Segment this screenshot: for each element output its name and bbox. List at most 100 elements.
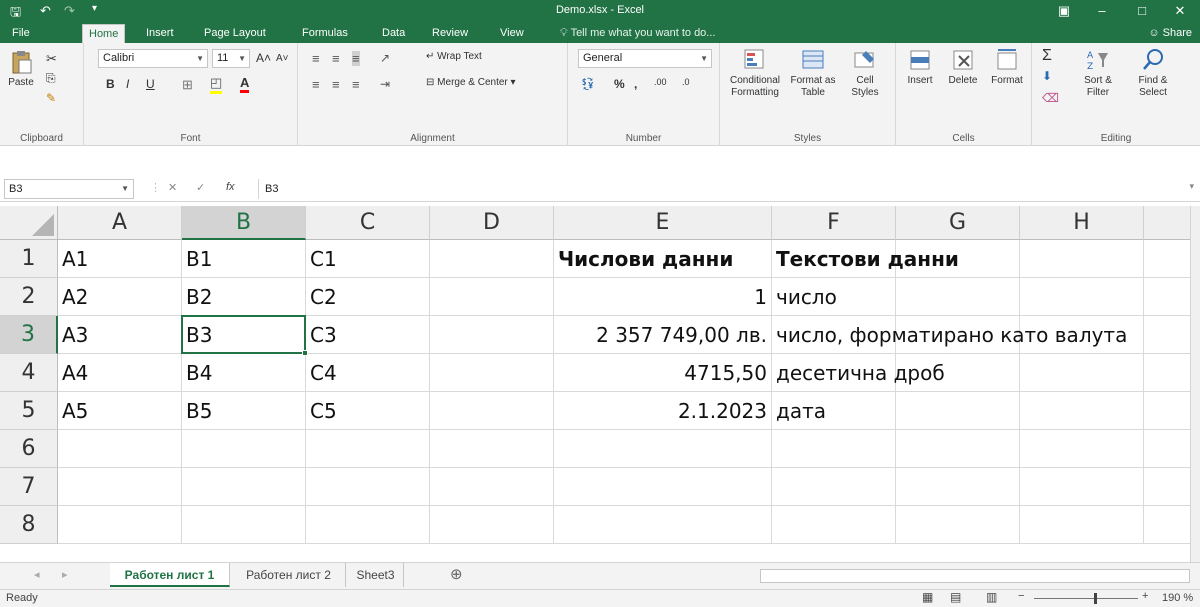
- cell-f5[interactable]: дата: [772, 392, 896, 430]
- row-header-2[interactable]: 2: [0, 278, 58, 316]
- ribbon-display-icon[interactable]: ▣: [1046, 0, 1082, 22]
- share-button[interactable]: ☺ Share: [1148, 24, 1192, 43]
- bold-button[interactable]: B: [106, 77, 115, 91]
- cell-e8[interactable]: [554, 506, 772, 544]
- row-header-3[interactable]: 3: [0, 316, 58, 354]
- cell-e6[interactable]: [554, 430, 772, 468]
- row-header-8[interactable]: 8: [0, 506, 58, 544]
- scroll-left-icon[interactable]: ◂: [34, 568, 40, 581]
- cell-f3[interactable]: число, форматирано като валута: [772, 316, 1127, 354]
- autosum-icon[interactable]: Σ: [1042, 47, 1052, 65]
- zoom-in-icon[interactable]: +: [1142, 590, 1148, 602]
- cell-b1[interactable]: B1: [182, 240, 306, 278]
- column-header-a[interactable]: A: [58, 206, 182, 240]
- cell-c7[interactable]: [306, 468, 430, 506]
- cancel-icon[interactable]: ✕: [168, 181, 177, 194]
- paste-button[interactable]: Paste: [6, 49, 36, 89]
- sort-filter-button[interactable]: AZ Sort & Filter: [1072, 47, 1124, 99]
- wrap-text-button[interactable]: ↵ Wrap Text: [426, 51, 482, 62]
- tab-review[interactable]: Review: [426, 24, 474, 43]
- borders-icon[interactable]: ⊞: [182, 77, 193, 93]
- cell-g7[interactable]: [896, 468, 1020, 506]
- cell-e7[interactable]: [554, 468, 772, 506]
- tab-file[interactable]: File: [6, 24, 36, 43]
- cell-g2[interactable]: [896, 278, 1020, 316]
- sheet-tab-3[interactable]: Sheet3: [348, 563, 404, 587]
- tab-insert[interactable]: Insert: [140, 24, 180, 43]
- format-painter-icon[interactable]: ✎: [46, 91, 56, 105]
- tell-me-box[interactable]: 💡︎ Tell me what you want to do...: [560, 24, 715, 43]
- cell-e2[interactable]: 1: [554, 278, 772, 316]
- cell-a5[interactable]: A5: [58, 392, 182, 430]
- enter-icon[interactable]: ✓: [196, 181, 205, 194]
- cell-f1[interactable]: Текстови данни: [772, 240, 959, 278]
- cell-a1[interactable]: A1: [58, 240, 182, 278]
- cell-a3[interactable]: A3: [58, 316, 182, 354]
- cell-c6[interactable]: [306, 430, 430, 468]
- sheet-tab-1[interactable]: Работен лист 1: [110, 563, 230, 587]
- cut-icon[interactable]: ✂: [46, 51, 57, 67]
- increase-decimal-button[interactable]: .00: [654, 77, 667, 87]
- cell-c8[interactable]: [306, 506, 430, 544]
- cell-f6[interactable]: [772, 430, 896, 468]
- orientation-icon[interactable]: ↗: [380, 51, 390, 65]
- zoom-out-icon[interactable]: −: [1018, 590, 1024, 602]
- merge-center-button[interactable]: ⊟ Merge & Center ▾: [426, 77, 516, 88]
- cell-g5[interactable]: [896, 392, 1020, 430]
- decrease-font-icon[interactable]: A˅: [276, 53, 289, 64]
- column-header-e[interactable]: E: [554, 206, 772, 240]
- font-color-icon[interactable]: A: [240, 75, 250, 93]
- copy-icon[interactable]: ⎘: [46, 71, 56, 86]
- cell-h5[interactable]: [1020, 392, 1144, 430]
- cell-h2[interactable]: [1020, 278, 1144, 316]
- add-sheet-icon[interactable]: ⊕: [450, 565, 463, 583]
- cell-e5[interactable]: 2.1.2023: [554, 392, 772, 430]
- fill-icon[interactable]: ⬇: [1042, 69, 1052, 83]
- fill-color-icon[interactable]: ◰: [210, 75, 223, 94]
- select-all-button[interactable]: [0, 206, 58, 240]
- cell-f4[interactable]: десетична дроб: [772, 354, 945, 392]
- row-header-4[interactable]: 4: [0, 354, 58, 392]
- column-header-f[interactable]: F: [772, 206, 896, 240]
- close-icon[interactable]: ✕: [1162, 0, 1198, 22]
- fill-handle[interactable]: [302, 350, 308, 356]
- cell-styles-button[interactable]: Cell Styles: [840, 47, 890, 99]
- cell-b2[interactable]: B2: [182, 278, 306, 316]
- conditional-formatting-button[interactable]: Conditional Formatting: [724, 47, 786, 99]
- sheet-tab-2[interactable]: Работен лист 2: [232, 563, 346, 587]
- cell-c4[interactable]: C4: [306, 354, 430, 392]
- comma-button[interactable]: ,: [634, 77, 637, 91]
- zoom-level[interactable]: 190 %: [1162, 592, 1193, 604]
- row-header-5[interactable]: 5: [0, 392, 58, 430]
- align-right-icon[interactable]: ≡: [352, 77, 360, 92]
- zoom-slider[interactable]: [1034, 598, 1138, 599]
- cell-d3[interactable]: [430, 316, 554, 354]
- cell-e1[interactable]: Числови данни: [554, 240, 772, 278]
- cell-d5[interactable]: [430, 392, 554, 430]
- cell-a7[interactable]: [58, 468, 182, 506]
- maximize-icon[interactable]: □: [1124, 0, 1160, 22]
- formula-input[interactable]: B3: [258, 179, 1180, 199]
- tab-page-layout[interactable]: Page Layout: [198, 24, 272, 43]
- cell-c5[interactable]: C5: [306, 392, 430, 430]
- cell-h1[interactable]: [1020, 240, 1144, 278]
- italic-button[interactable]: I: [126, 77, 129, 91]
- align-top-icon[interactable]: ≡: [312, 51, 320, 66]
- percent-button[interactable]: %: [614, 77, 625, 91]
- align-middle-icon[interactable]: ≡: [332, 51, 340, 66]
- cell-g6[interactable]: [896, 430, 1020, 468]
- name-box[interactable]: B3 ▼: [4, 179, 134, 199]
- cell-b7[interactable]: [182, 468, 306, 506]
- cell-c3[interactable]: C3: [306, 316, 430, 354]
- cell-e3[interactable]: 2 357 749,00 лв.: [554, 316, 772, 354]
- normal-view-icon[interactable]: ▦: [922, 590, 933, 604]
- cell-h4[interactable]: [1020, 354, 1144, 392]
- delete-cells-button[interactable]: Delete: [942, 47, 984, 87]
- cell-f2[interactable]: число: [772, 278, 896, 316]
- row-header-7[interactable]: 7: [0, 468, 58, 506]
- cell-e4[interactable]: 4715,50: [554, 354, 772, 392]
- cell-h7[interactable]: [1020, 468, 1144, 506]
- minimize-icon[interactable]: –: [1084, 0, 1120, 22]
- indent-icon[interactable]: ⇥: [380, 77, 390, 91]
- expand-formula-icon[interactable]: ▾: [1189, 181, 1194, 192]
